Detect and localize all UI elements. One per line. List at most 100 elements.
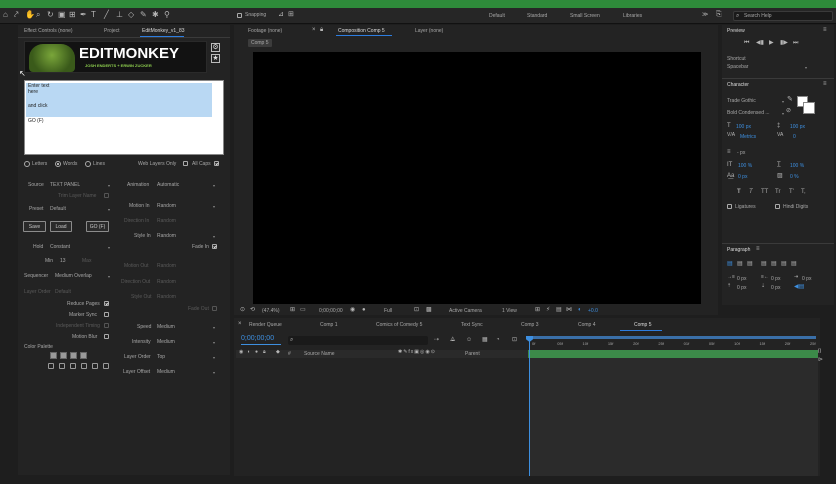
font-size-value[interactable]: 100 px <box>736 125 751 130</box>
reduce-pages-checkbox[interactable] <box>104 301 109 306</box>
stroke-width-value[interactable]: - px <box>737 151 745 156</box>
lock-icon[interactable]: 🔒︎ <box>320 27 323 33</box>
hold-dropdown[interactable]: Constant ▾ <box>50 244 110 250</box>
hscale-value[interactable]: 100 % <box>790 164 804 169</box>
toggle-pixel-icon[interactable]: ⊞ <box>535 307 540 313</box>
marker-sync-checkbox[interactable] <box>104 312 109 317</box>
align-right-icon[interactable]: ▤ <box>747 261 753 267</box>
tab-comics-of-comedy[interactable]: Comics of Comedy 5 <box>376 323 422 328</box>
menu-icon[interactable]: ≡ <box>823 81 827 87</box>
clone-stamp-tool-icon[interactable]: ⊥ <box>116 11 123 19</box>
snapping-checkbox[interactable] <box>237 13 242 18</box>
palette-slot-1[interactable] <box>48 363 54 369</box>
baseline-value[interactable]: 0 px <box>738 175 747 180</box>
mask-icon[interactable]: ▭ <box>300 307 306 313</box>
palette-slot-3[interactable] <box>70 363 76 369</box>
comp-mini-flowchart-icon[interactable]: ⇢ <box>434 337 439 343</box>
shortcut-dropdown[interactable]: Spacebar ▾ <box>727 64 807 70</box>
video-eye-icon[interactable]: ◉ <box>239 350 243 355</box>
snapping-options-icon[interactable]: ⊞ <box>288 11 294 18</box>
home-icon[interactable]: ⌂ <box>3 11 8 19</box>
play-icon[interactable]: ▶ <box>769 40 774 46</box>
hand-tool-icon[interactable]: ✋ <box>25 11 35 19</box>
indent-left-value[interactable]: 0 px <box>737 277 746 282</box>
letters-radio[interactable] <box>24 161 30 167</box>
palette-slot-5[interactable] <box>92 363 98 369</box>
palette-swatch-3[interactable] <box>70 352 77 359</box>
tab-composition[interactable]: Composition Comp 5 <box>338 29 385 34</box>
zoom-level[interactable]: (47.4%) <box>262 309 280 314</box>
roto-brush-tool-icon[interactable]: ✎ <box>140 11 147 19</box>
go-button[interactable]: GO (F) <box>86 221 109 232</box>
preset-dropdown[interactable]: Default ▾ <box>50 206 110 212</box>
pan-behind-tool-icon[interactable]: ⊞ <box>69 11 76 19</box>
faux-italic-button[interactable]: T <box>749 189 753 195</box>
grid-icon[interactable]: ⊞ <box>290 307 295 313</box>
menu-icon[interactable]: ≡ <box>756 246 760 252</box>
subscript-button[interactable]: T, <box>801 189 806 195</box>
fade-in-checkbox[interactable] <box>212 244 217 249</box>
justify-right-icon[interactable]: ▤ <box>781 261 787 267</box>
tab-layer[interactable]: Layer (none) <box>415 29 443 34</box>
space-before-value[interactable]: 0 px <box>737 286 746 291</box>
snapping-icon[interactable]: ⊿ <box>278 11 284 18</box>
menu-icon[interactable]: ≡ <box>823 27 827 33</box>
text-direction-icon[interactable]: ◀▤ <box>794 284 804 290</box>
hindi-digits-checkbox[interactable] <box>775 204 780 209</box>
transparency-grid-icon[interactable]: ▩ <box>426 307 432 313</box>
palette-swatch-1[interactable] <box>50 352 57 359</box>
independent-timing-checkbox[interactable] <box>104 323 109 328</box>
close-icon[interactable]: × <box>238 321 242 327</box>
motion-blur-checkbox[interactable] <box>104 334 109 339</box>
timeline-search-field[interactable]: ⌕ <box>288 336 428 345</box>
animation-dropdown[interactable]: Automatic ▾ <box>157 182 215 188</box>
solo-icon[interactable]: ● <box>255 350 258 355</box>
workspace-default[interactable]: Default <box>489 14 505 19</box>
motion-in-dropdown[interactable]: Random ▾ <box>157 203 215 209</box>
timeline-icon[interactable]: ▤ <box>556 307 562 313</box>
draft-3d-icon[interactable]: ⟁ <box>450 337 455 343</box>
all-caps-button[interactable]: TT <box>761 189 768 195</box>
viewer-time[interactable]: 0;00;00;00 <box>319 309 343 314</box>
views-dropdown[interactable]: 1 View <box>502 309 517 314</box>
vr-icon[interactable]: ⟲ <box>250 307 255 313</box>
tab-comp-4[interactable]: Comp 4 <box>578 323 596 328</box>
font-family-dropdown[interactable]: Trade Gothic ▾ <box>727 98 784 104</box>
rotate-tool-icon[interactable]: ↻ <box>47 11 54 19</box>
composition-canvas[interactable] <box>253 52 701 304</box>
justify-all-icon[interactable]: ▤ <box>791 261 797 267</box>
ligatures-checkbox[interactable] <box>727 204 732 209</box>
tab-project[interactable]: Project <box>104 29 120 34</box>
tab-comp-3[interactable]: Comp 3 <box>521 323 539 328</box>
palette-swatch-2[interactable] <box>60 352 67 359</box>
always-preview-icon[interactable]: ⊙ <box>240 307 245 313</box>
workspace-standard[interactable]: Standard <box>527 14 547 19</box>
load-button[interactable]: Load <box>50 221 72 232</box>
text-input-area[interactable]: Enter text here and click GO (F) <box>24 80 224 155</box>
step-forward-icon[interactable]: ▮▶ <box>780 40 788 46</box>
col-source-name[interactable]: Source Name <box>304 352 335 357</box>
style-in-dropdown[interactable]: Random ▾ <box>157 233 215 239</box>
comp-button-icon[interactable]: ⌷ <box>818 349 822 355</box>
justify-left-icon[interactable]: ▤ <box>761 261 767 267</box>
star-icon[interactable]: ★ <box>211 54 220 63</box>
tsume-value[interactable]: 0 % <box>790 175 799 180</box>
align-center-icon[interactable]: ▤ <box>737 261 743 267</box>
motion-blur-icon[interactable]: ◔ <box>496 337 500 343</box>
pen-tool-icon[interactable]: ✒ <box>80 11 87 19</box>
shy-icon[interactable]: ☺ <box>466 337 472 343</box>
flowchart-icon[interactable]: ⋈ <box>566 307 572 313</box>
timeline-timecode[interactable]: 0;00;00;00 <box>241 335 274 342</box>
leading-value[interactable]: 100 px <box>790 125 805 130</box>
skip-forward-icon[interactable]: ⏭ <box>793 40 798 46</box>
web-layers-only-checkbox[interactable] <box>183 161 188 166</box>
superscript-button[interactable]: T' <box>789 189 794 195</box>
step-back-icon[interactable]: ◀▮ <box>756 40 764 46</box>
resolution-dropdown[interactable]: Full <box>384 309 392 314</box>
pin-tool-icon[interactable]: ⚲ <box>164 11 170 19</box>
indent-right-value[interactable]: 0 px <box>771 277 780 282</box>
brush-tool-icon[interactable]: ╱ <box>104 11 109 19</box>
search-help-field[interactable]: ⌕ Search Help <box>733 11 833 21</box>
close-icon[interactable]: × <box>312 27 316 33</box>
tab-editmonkey[interactable]: EditMonkey_v1_83 <box>142 29 185 34</box>
